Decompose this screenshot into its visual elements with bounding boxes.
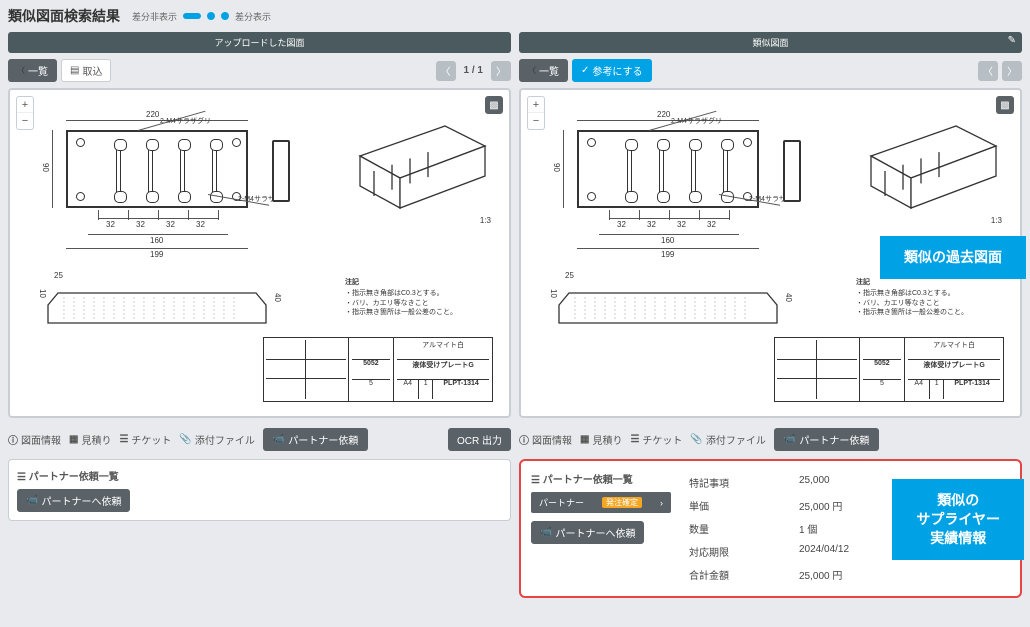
tab-ticket[interactable]: ☰チケット [119,432,171,447]
tab-partner-request-r[interactable]: 📹パートナー依頼 [774,428,879,451]
partner-card-right: ☰ パートナー依頼一覧 パートナー 発注確定 › 📹パートナーへ依頼 特記事項 2… [519,459,1022,598]
kv-total-v: 25,000 円 [799,567,1010,582]
annotation-icon-r[interactable]: ▩ [996,96,1014,114]
back-to-list-button-r[interactable]: 〈一覧 [519,59,568,82]
partner-list-title: ☰ パートナー依頼一覧 [17,468,502,483]
tab-drawing-info[interactable]: ⓘ図面情報 [8,432,61,447]
ocr-output-button[interactable]: OCR 出力 [448,428,511,451]
back-to-list-button[interactable]: 〈一覧 [8,59,57,82]
kv-qty-k: 数量 [689,521,799,536]
chevron-right-icon: › [660,498,663,508]
zoom-in-icon-r[interactable]: + [528,97,544,113]
tab-estimate-r[interactable]: ▦見積り [580,432,622,447]
diff-slider-mid[interactable] [207,12,215,20]
send-to-partner-button[interactable]: 📹パートナーへ依頼 [17,489,130,512]
import-button[interactable]: ▤取込 [61,59,111,82]
schematic: 220 90 2-M4サラザグリ 2-M4サラザグリ 32323232 160 … [38,98,501,408]
tab-partner-request[interactable]: 📹パートナー依頼 [263,428,368,451]
zoom-control-r[interactable]: + − [527,96,545,130]
edit-icon[interactable]: ✎ [1008,35,1016,46]
diff-show-label: 差分表示 [235,10,271,23]
zoom-control[interactable]: + − [16,96,34,130]
status-badge: 発注確定 [602,497,642,508]
zoom-in-icon[interactable]: + [17,97,33,113]
diff-controls: 差分非表示 差分表示 [132,10,271,23]
page-title: 類似図面検索結果 [8,6,120,26]
tab-drawing-info-r[interactable]: ⓘ図面情報 [519,432,572,447]
tab-estimate[interactable]: ▦見積り [69,432,111,447]
pager-next-r[interactable]: 〉 [1002,61,1022,81]
use-as-reference-button[interactable]: ✓参考にする [572,59,652,82]
panel-uploaded: アップロードした図面 〈一覧 ▤取込 〈 1 / 1 〉 + − ▩ 220 [8,32,511,598]
drawing-viewer-left[interactable]: + − ▩ 220 90 2-M4サラザグリ 2-M4サラザグリ 3232323… [8,88,511,418]
pager-text: 1 / 1 [460,65,487,76]
kv-due-k: 対応期限 [689,544,799,559]
kv-remark-k: 特記事項 [689,475,799,490]
pager-next[interactable]: 〉 [491,61,511,81]
tab-attach[interactable]: 📎添付ファイル [179,432,254,447]
kv-unit-k: 単価 [689,498,799,513]
partner-select[interactable]: パートナー 発注確定 › [531,492,671,513]
diff-slider-right[interactable] [221,12,229,20]
zoom-out-icon-r[interactable]: − [528,113,544,129]
diff-hide-label: 差分非表示 [132,10,177,23]
zoom-out-icon[interactable]: − [17,113,33,129]
pager-prev-r[interactable]: 〈 [978,61,998,81]
annotation-icon[interactable]: ▩ [485,96,503,114]
kv-total-k: 合計金額 [689,567,799,582]
panel-similar: 類似図面 ✎ 〈一覧 ✓参考にする 〈 〉 + − ▩ 220 [519,32,1022,598]
partner-list-title-r: ☰ パートナー依頼一覧 [531,471,681,486]
tab-attach-r[interactable]: 📎添付ファイル [690,432,765,447]
callout-supplier-info: 類似の サプライヤー 実績情報 [892,479,1024,560]
pager-prev[interactable]: 〈 [436,61,456,81]
tab-ticket-r[interactable]: ☰チケット [630,432,682,447]
diff-slider-left[interactable] [183,13,201,19]
callout-past-drawing: 類似の過去図面 [880,236,1026,279]
partner-card-left: ☰ パートナー依頼一覧 📹パートナーへ依頼 [8,459,511,521]
panel-similar-head: 類似図面 ✎ [519,32,1022,53]
panel-uploaded-head: アップロードした図面 [8,32,511,53]
send-to-partner-button-r[interactable]: 📹パートナーへ依頼 [531,521,644,544]
